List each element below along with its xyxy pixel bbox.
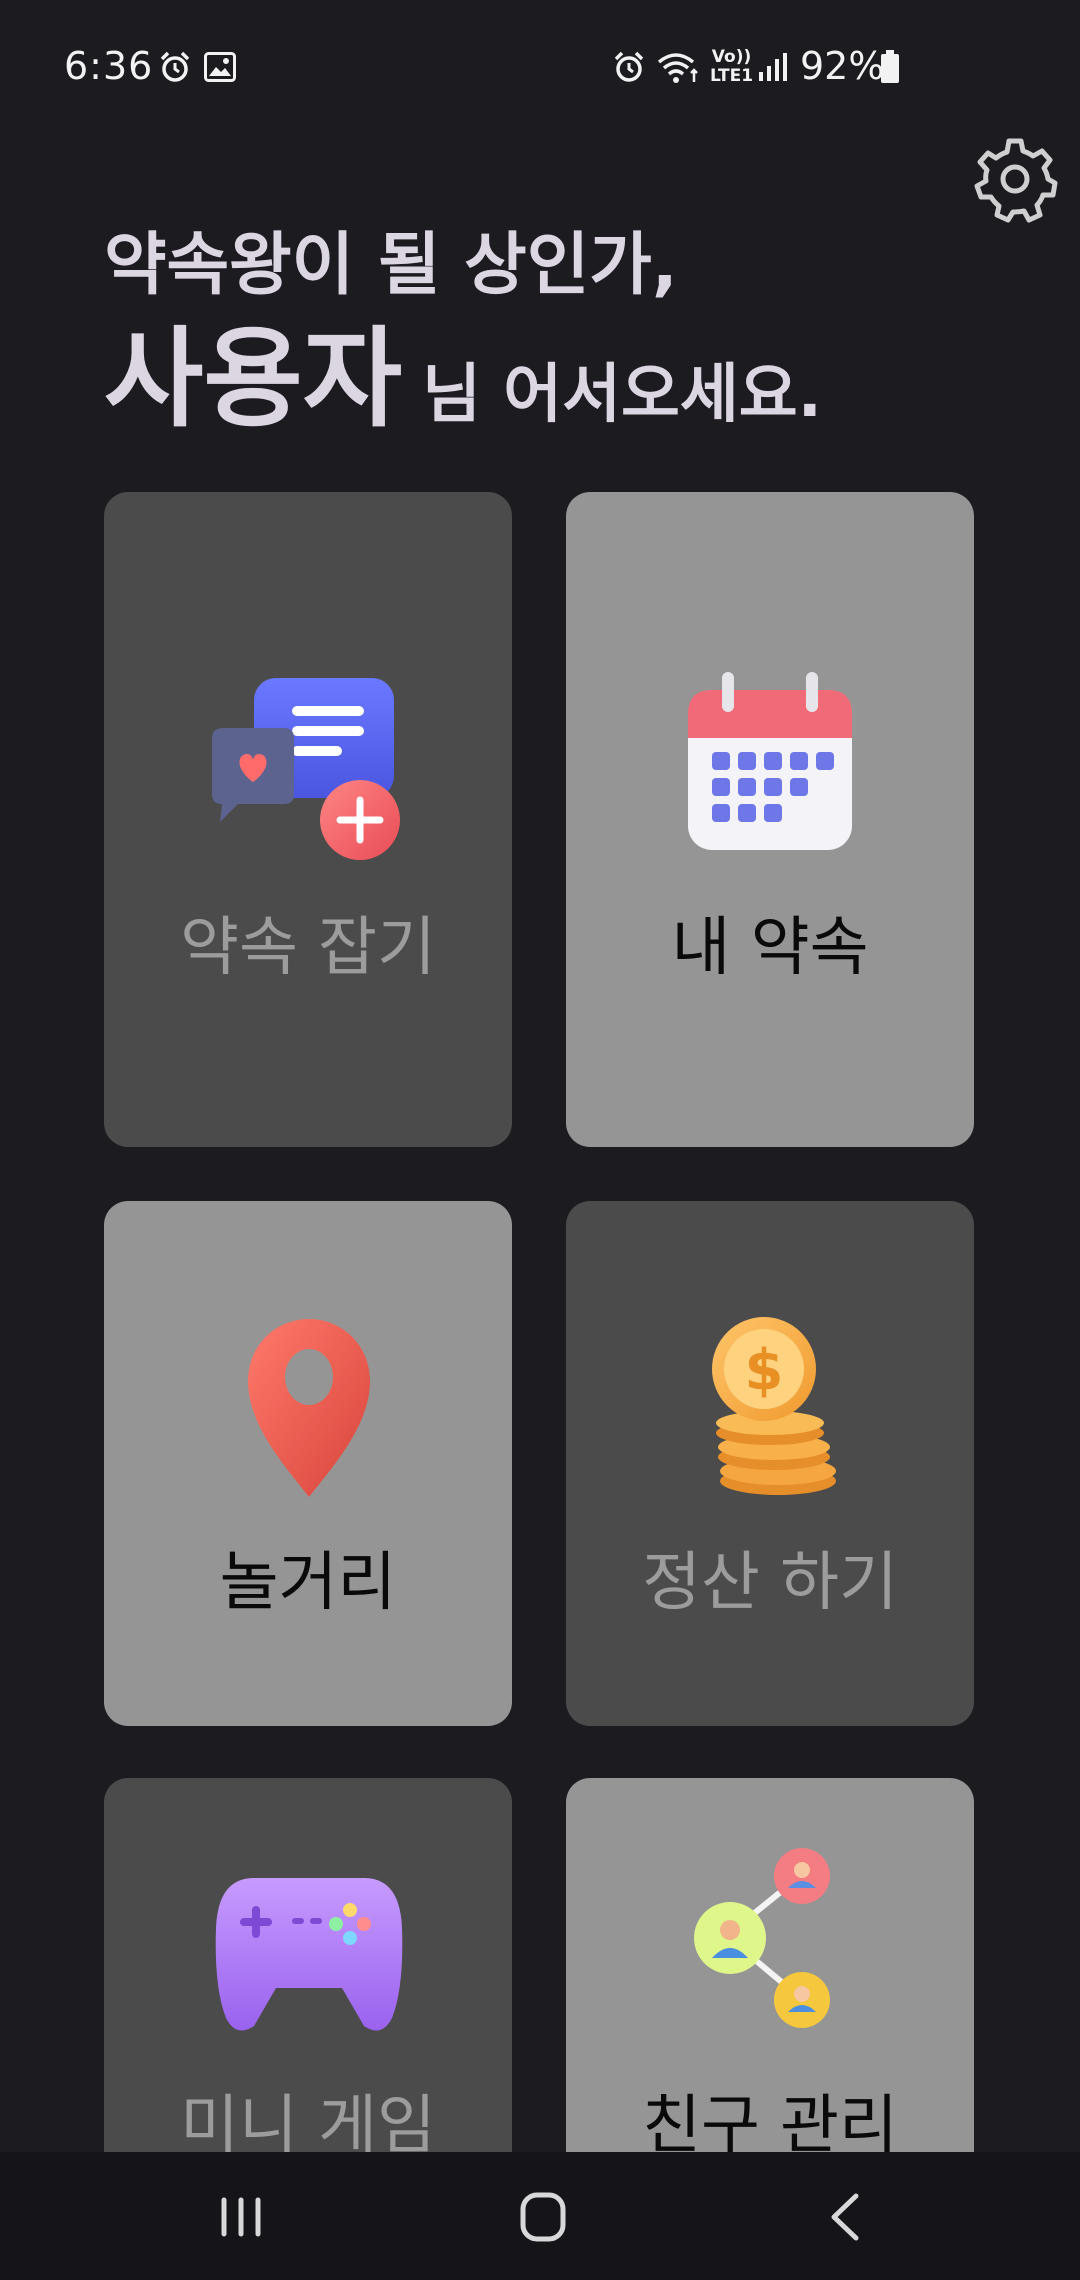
card-label: 놀거리 bbox=[219, 1546, 397, 1620]
card-mini-game[interactable]: 미니 게임 bbox=[104, 1778, 512, 2198]
back-button[interactable] bbox=[800, 2182, 890, 2252]
card-label: 정산 하기 bbox=[642, 1546, 898, 1620]
calendar-icon bbox=[688, 672, 852, 850]
network-label-top: Vo)) bbox=[711, 47, 752, 67]
card-places[interactable]: 놀거리 bbox=[104, 1201, 512, 1726]
battery-percent: 92% bbox=[800, 44, 885, 88]
chat-plus-icon bbox=[212, 678, 400, 860]
gamepad-icon bbox=[215, 1878, 403, 2031]
coins-icon: $ bbox=[712, 1317, 836, 1495]
card-my-appointments[interactable]: 내 약속 bbox=[566, 492, 974, 1147]
battery-icon bbox=[881, 50, 899, 83]
greeting-line1: 약속왕이 될 상인가, bbox=[104, 226, 678, 305]
back-icon bbox=[831, 2193, 859, 2241]
greeting-suffix: 님 어서오세요. bbox=[422, 358, 822, 432]
home-button[interactable] bbox=[498, 2182, 588, 2252]
card-label: 약속 잡기 bbox=[180, 911, 436, 985]
greeting: 약속왕이 될 상인가, 사용자 님 어서오세요. bbox=[104, 220, 1004, 442]
alarm-icon-right bbox=[614, 51, 644, 82]
recent-apps-button[interactable] bbox=[196, 2182, 286, 2252]
greeting-line2: 사용자 님 어서오세요. bbox=[104, 318, 1004, 442]
network-label-bottom: LTE1 bbox=[710, 66, 754, 86]
status-time: 6:36 bbox=[64, 44, 154, 88]
card-friends[interactable]: 친구 관리 bbox=[566, 1778, 974, 2198]
wifi-icon bbox=[657, 53, 698, 83]
network-type-label: Vo)) LTE1 bbox=[710, 48, 753, 86]
settings-button[interactable] bbox=[970, 134, 1060, 224]
status-bar: 6:36 Vo)) LTE1 92% bbox=[0, 0, 1080, 136]
svg-text:$: $ bbox=[745, 1338, 784, 1403]
signal-icon bbox=[759, 53, 787, 81]
home-icon bbox=[520, 2192, 566, 2242]
recent-apps-icon bbox=[221, 2197, 261, 2237]
location-pin-icon bbox=[248, 1319, 370, 1497]
card-settle-up[interactable]: $ 정산 하기 bbox=[566, 1201, 974, 1726]
system-nav-bar bbox=[0, 2152, 1080, 2280]
user-name: 사용자 bbox=[104, 317, 403, 442]
friends-network-icon bbox=[694, 1848, 830, 2028]
card-make-appointment[interactable]: 약속 잡기 bbox=[104, 492, 512, 1147]
card-label: 내 약속 bbox=[671, 911, 869, 985]
alarm-icon bbox=[160, 51, 190, 82]
gallery-icon bbox=[204, 52, 236, 82]
gear-icon bbox=[974, 138, 1058, 223]
